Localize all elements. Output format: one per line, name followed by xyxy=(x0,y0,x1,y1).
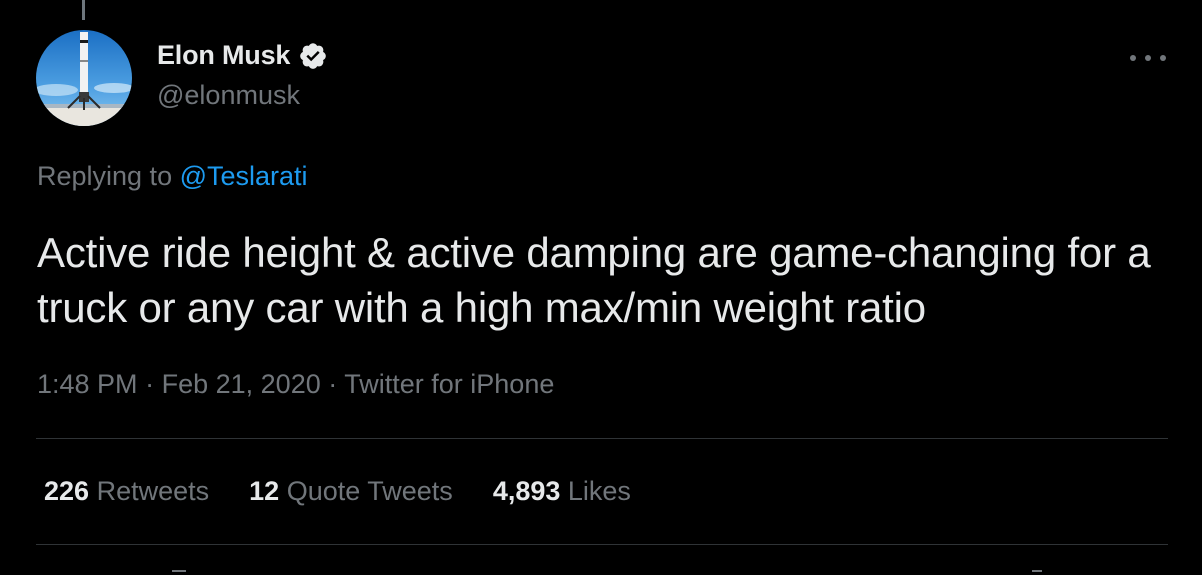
more-dot xyxy=(1130,55,1136,61)
quote-tweets-count: 12 xyxy=(249,476,280,506)
reply-mention-link[interactable]: @Teslarati xyxy=(180,161,308,191)
quote-tweets-label: Quote Tweets xyxy=(286,476,453,506)
tweet-time[interactable]: 1:48 PM xyxy=(37,369,138,399)
author-name-row: Elon Musk xyxy=(157,40,328,71)
author-handle[interactable]: @elonmusk xyxy=(157,80,300,111)
likes-stat[interactable]: 4,893 Likes xyxy=(493,476,631,507)
meta-separator: · xyxy=(328,369,338,399)
more-dot xyxy=(1145,55,1151,61)
divider-top xyxy=(36,438,1168,439)
retweets-label: Retweets xyxy=(96,476,210,506)
quote-tweets-stat[interactable]: 12 Quote Tweets xyxy=(249,476,453,507)
likes-count: 4,893 xyxy=(492,476,561,506)
action-icon-edge xyxy=(172,570,186,572)
action-icon-edge xyxy=(1032,570,1042,572)
author-display-name[interactable]: Elon Musk xyxy=(157,40,290,71)
tweet-meta: 1:48 PM · Feb 21, 2020 · Twitter for iPh… xyxy=(37,369,554,400)
thread-connector-line xyxy=(82,0,85,20)
tweet-source[interactable]: Twitter for iPhone xyxy=(344,369,554,399)
replying-to-label: Replying to xyxy=(37,161,173,191)
tweet-date[interactable]: Feb 21, 2020 xyxy=(162,369,321,399)
engagement-stats: 226 Retweets 12 Quote Tweets 4,893 Likes xyxy=(44,476,631,507)
replying-to-line: Replying to @Teslarati xyxy=(37,161,308,192)
avatar[interactable] xyxy=(36,30,132,126)
verified-badge-icon xyxy=(298,41,328,71)
retweets-count: 226 xyxy=(44,476,90,506)
divider-bottom xyxy=(36,544,1168,545)
more-options-icon[interactable] xyxy=(1130,48,1166,68)
more-dot xyxy=(1160,55,1166,61)
tweet-text: Active ride height & active damping are … xyxy=(37,229,1151,331)
likes-label: Likes xyxy=(567,476,631,506)
meta-separator: · xyxy=(145,369,155,399)
retweets-stat[interactable]: 226 Retweets xyxy=(44,476,209,507)
rocket-landing-avatar-image xyxy=(36,30,132,126)
